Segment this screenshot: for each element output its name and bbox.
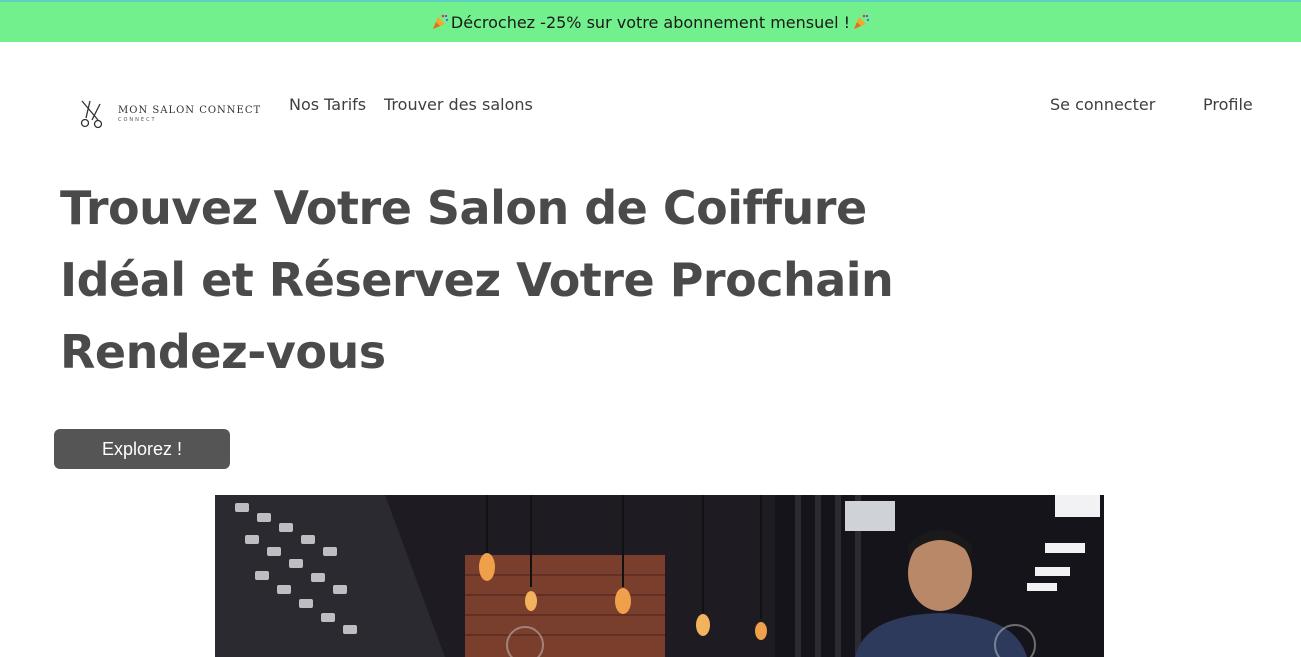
hero-video[interactable] [215, 495, 1104, 657]
explore-button[interactable]: Explorez ! [54, 429, 230, 469]
brand-name: MON SALON CONNECT [118, 104, 262, 116]
scissors-icon [80, 100, 103, 129]
barbershop-scene [215, 495, 1104, 657]
nav-link-login[interactable]: Se connecter [1050, 95, 1155, 114]
nav-link-profile[interactable]: Profile [1203, 95, 1253, 114]
nav-link-tarifs[interactable]: Nos Tarifs [289, 95, 366, 114]
hero-title: Trouvez Votre Salon de Coiffure Idéal et… [60, 181, 894, 379]
party-popper-icon [852, 13, 870, 31]
promo-banner: Décrochez -25% sur votre abonnement mens… [0, 0, 1301, 42]
promo-text: Décrochez -25% sur votre abonnement mens… [450, 12, 851, 32]
nav-link-find-salons[interactable]: Trouver des salons [384, 95, 533, 114]
party-popper-icon [431, 13, 449, 31]
brand-logo[interactable]: MON SALON CONNECT CONNECT [78, 98, 261, 130]
navbar: MON SALON CONNECT CONNECT Nos Tarifs Tro… [0, 42, 1301, 172]
brand-tagline: CONNECT [118, 116, 157, 123]
